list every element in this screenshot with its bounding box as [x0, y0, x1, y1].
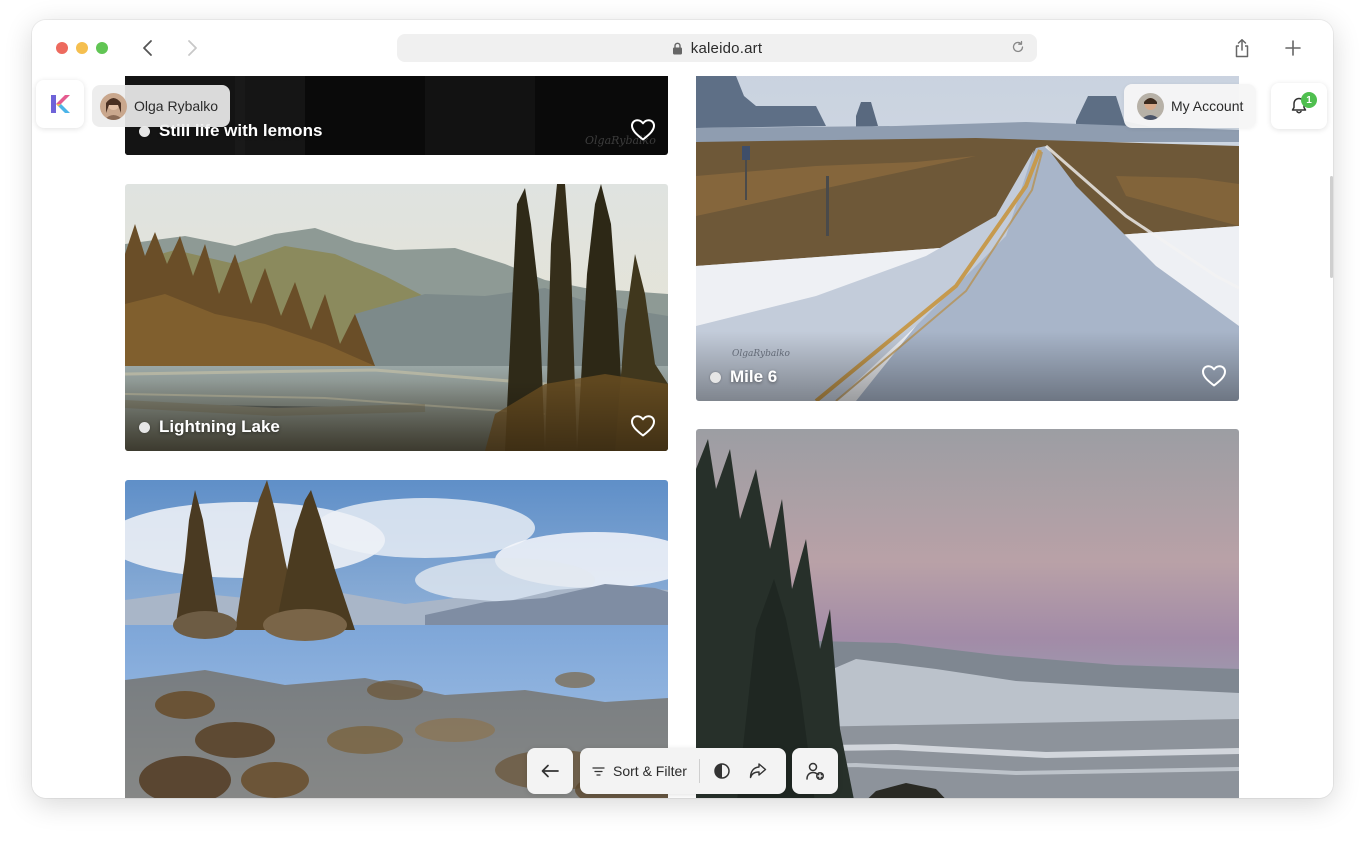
add-user-button[interactable]	[792, 748, 838, 794]
zoom-window-button[interactable]	[96, 42, 108, 54]
kaleido-logo-icon	[51, 95, 70, 113]
title-shade	[125, 381, 668, 451]
status-dot	[139, 125, 150, 137]
artist-avatar	[100, 92, 127, 120]
minimize-window-button[interactable]	[76, 42, 88, 54]
sort-filter-button[interactable]: Sort & Filter	[580, 763, 699, 779]
status-dot	[139, 421, 150, 433]
artwork-title-text: Mile 6	[730, 367, 778, 386]
artist-profile-pill[interactable]: Olga Rybalko	[92, 85, 231, 127]
toolbar-divider	[698, 759, 700, 783]
heart-icon[interactable]	[630, 413, 656, 439]
contrast-icon[interactable]	[704, 753, 740, 789]
artwork-title: Mile 6	[710, 367, 777, 387]
filter-lines-icon	[592, 766, 605, 777]
close-window-button[interactable]	[56, 42, 68, 54]
account-avatar	[1137, 92, 1164, 120]
page-scrollbar[interactable]	[1330, 176, 1333, 278]
sort-filter-label: Sort & Filter	[613, 763, 687, 779]
view-toolbar: Sort & Filter	[580, 748, 786, 794]
account-label: My Account	[1171, 98, 1244, 114]
notification-badge: 1	[1301, 92, 1317, 108]
back-arrow-icon	[532, 753, 568, 789]
url-text: kaleido.art	[690, 39, 763, 57]
reload-icon[interactable]	[1011, 40, 1025, 54]
browser-forward-icon[interactable]	[180, 36, 204, 60]
notifications-button[interactable]: 1	[1271, 83, 1327, 129]
artwork-image	[696, 429, 1239, 798]
address-bar[interactable]: kaleido.art	[397, 34, 1037, 62]
kaleido-logo-button[interactable]	[36, 80, 84, 128]
artist-name: Olga Rybalko	[134, 98, 219, 114]
my-account-button[interactable]: My Account	[1124, 84, 1257, 128]
browser-window: kaleido.art OlgaRybalko Still life with …	[32, 20, 1333, 798]
browser-back-icon[interactable]	[136, 36, 160, 60]
heart-icon[interactable]	[1201, 363, 1227, 389]
back-button[interactable]	[527, 748, 573, 794]
lock-icon	[672, 42, 683, 55]
status-dot	[710, 371, 721, 383]
artwork-card[interactable]: Lightning Lake	[125, 184, 668, 451]
page-content: OlgaRybalko Still life with lemons Light…	[32, 76, 1333, 798]
new-tab-icon[interactable]	[1281, 36, 1305, 60]
heart-icon[interactable]	[630, 117, 656, 143]
share-icon[interactable]	[740, 753, 776, 789]
artwork-title-text: Lightning Lake	[159, 417, 280, 436]
title-shade	[696, 331, 1239, 401]
share-page-icon[interactable]	[1230, 36, 1254, 60]
add-user-icon	[797, 753, 833, 789]
artwork-card[interactable]	[696, 429, 1239, 798]
browser-chrome: kaleido.art	[32, 20, 1333, 76]
artwork-title: Lightning Lake	[139, 417, 280, 437]
